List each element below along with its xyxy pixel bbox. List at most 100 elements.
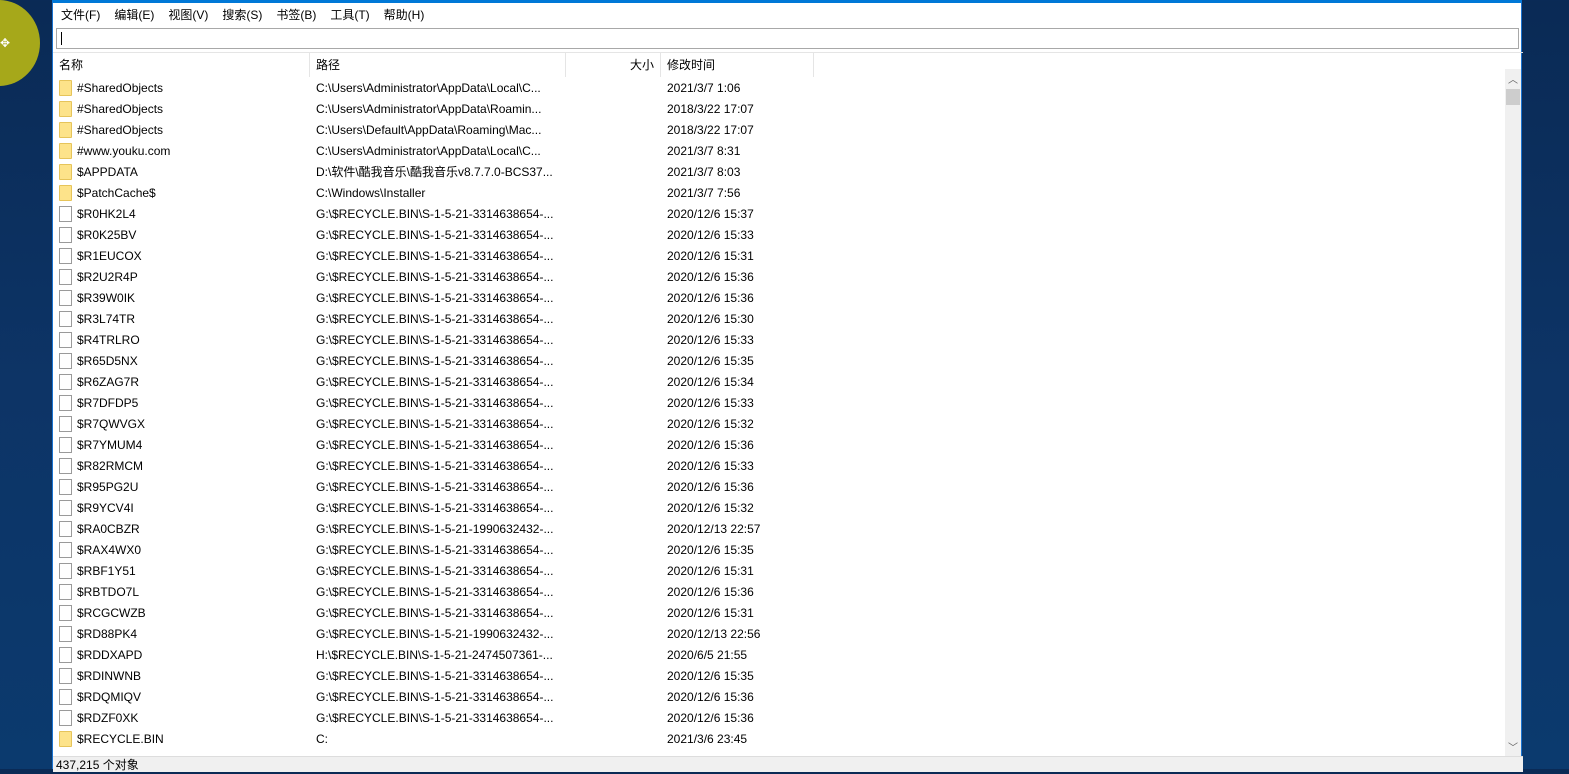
item-name: $PatchCache$ <box>77 185 156 200</box>
path-cell: G:\$RECYCLE.BIN\S-1-5-21-3314638654-... <box>316 710 554 725</box>
list-item[interactable]: $R9YCV4I G:\$RECYCLE.BIN\S-1-5-21-331463… <box>53 497 1505 518</box>
file-icon <box>59 289 72 306</box>
item-name: $RA0CBZR <box>77 521 140 536</box>
list-item[interactable]: #SharedObjects C:\Users\Administrator\Ap… <box>53 98 1505 119</box>
list-item[interactable]: $R3L74TR G:\$RECYCLE.BIN\S-1-5-21-331463… <box>53 308 1505 329</box>
list-item[interactable]: $RDQMIQV G:\$RECYCLE.BIN\S-1-5-21-331463… <box>53 686 1505 707</box>
menu-help[interactable]: 帮助(H) <box>384 6 425 23</box>
path-cell: G:\$RECYCLE.BIN\S-1-5-21-3314638654-... <box>316 332 554 347</box>
file-icon <box>59 415 72 432</box>
modified-cell: 2020/12/6 15:31 <box>667 605 754 620</box>
folder-icon <box>59 730 72 747</box>
name-cell: $R82RMCM <box>53 457 310 474</box>
item-name: $RD88PK4 <box>77 626 138 641</box>
list-item[interactable]: $RD88PK4 G:\$RECYCLE.BIN\S-1-5-21-199063… <box>53 623 1505 644</box>
folder-icon <box>59 121 72 138</box>
modified-cell: 2020/12/6 15:35 <box>667 353 754 368</box>
menu-edit[interactable]: 编辑(E) <box>114 6 154 23</box>
list-item[interactable]: $R65D5NX G:\$RECYCLE.BIN\S-1-5-21-331463… <box>53 350 1505 371</box>
vertical-scrollbar[interactable]: ︿ ﹀ <box>1505 69 1521 756</box>
list-item[interactable]: $RECYCLE.BIN C: 2021/3/6 23:45 <box>53 728 1505 749</box>
list-item[interactable]: #www.youku.com C:\Users\Administrator\Ap… <box>53 140 1505 161</box>
list-item[interactable]: $R2U2R4P G:\$RECYCLE.BIN\S-1-5-21-331463… <box>53 266 1505 287</box>
list-item[interactable]: $R7DFDP5 G:\$RECYCLE.BIN\S-1-5-21-331463… <box>53 392 1505 413</box>
search-input[interactable] <box>56 28 1519 49</box>
path-cell: G:\$RECYCLE.BIN\S-1-5-21-3314638654-... <box>316 395 554 410</box>
path-cell: G:\$RECYCLE.BIN\S-1-5-21-3314638654-... <box>316 584 554 599</box>
name-cell: $R95PG2U <box>53 478 310 495</box>
modified-cell: 2020/12/6 15:33 <box>667 395 754 410</box>
list-item[interactable]: $APPDATA D:\软件\酷我音乐\酷我音乐v8.7.7.0-BCS37..… <box>53 161 1505 182</box>
list-item[interactable]: #SharedObjects C:\Users\Default\AppData\… <box>53 119 1505 140</box>
folder-icon <box>59 100 72 117</box>
list-item[interactable]: $R82RMCM G:\$RECYCLE.BIN\S-1-5-21-331463… <box>53 455 1505 476</box>
list-item[interactable]: $RAX4WX0 G:\$RECYCLE.BIN\S-1-5-21-331463… <box>53 539 1505 560</box>
modified-cell: 2021/3/7 8:31 <box>667 143 741 158</box>
list-item[interactable]: $RDDXAPD H:\$RECYCLE.BIN\S-1-5-21-247450… <box>53 644 1505 665</box>
list-item[interactable]: $R0K25BV G:\$RECYCLE.BIN\S-1-5-21-331463… <box>53 224 1505 245</box>
path-cell: G:\$RECYCLE.BIN\S-1-5-21-3314638654-... <box>316 437 554 452</box>
list-item[interactable]: $RCGCWZB G:\$RECYCLE.BIN\S-1-5-21-331463… <box>53 602 1505 623</box>
name-cell: $R39W0IK <box>53 289 310 306</box>
list-item[interactable]: $R6ZAG7R G:\$RECYCLE.BIN\S-1-5-21-331463… <box>53 371 1505 392</box>
path-cell: C: <box>316 731 328 746</box>
folder-icon <box>59 79 72 96</box>
modified-cell: 2020/12/6 15:31 <box>667 563 754 578</box>
modified-cell: 2021/3/7 7:56 <box>667 185 741 200</box>
file-icon <box>59 688 72 705</box>
column-modified[interactable]: 修改时间 <box>661 53 814 77</box>
list-item[interactable]: $RA0CBZR G:\$RECYCLE.BIN\S-1-5-21-199063… <box>53 518 1505 539</box>
path-cell: G:\$RECYCLE.BIN\S-1-5-21-3314638654-... <box>316 689 554 704</box>
path-cell: G:\$RECYCLE.BIN\S-1-5-21-3314638654-... <box>316 311 554 326</box>
modified-cell: 2020/12/6 15:33 <box>667 227 754 242</box>
modified-cell: 2020/12/6 15:36 <box>667 437 754 452</box>
column-name[interactable]: 名称 <box>53 53 310 77</box>
file-icon <box>59 499 72 516</box>
item-name: $R39W0IK <box>77 290 136 305</box>
list-item[interactable]: #SharedObjects C:\Users\Administrator\Ap… <box>53 77 1505 98</box>
file-icon <box>59 331 72 348</box>
menu-file[interactable]: 文件(F) <box>61 6 100 23</box>
item-name: $RDINWNB <box>77 668 142 683</box>
modified-cell: 2018/3/22 17:07 <box>667 122 754 137</box>
modified-cell: 2018/3/22 17:07 <box>667 101 754 116</box>
menu-tools[interactable]: 工具(T) <box>330 6 369 23</box>
list-item[interactable]: $RBF1Y51 G:\$RECYCLE.BIN\S-1-5-21-331463… <box>53 560 1505 581</box>
list-item[interactable]: $R1EUCOX G:\$RECYCLE.BIN\S-1-5-21-331463… <box>53 245 1505 266</box>
folder-icon <box>59 184 72 201</box>
name-cell: $RBTDO7L <box>53 583 310 600</box>
name-cell: $R0K25BV <box>53 226 310 243</box>
column-size[interactable]: 大小 <box>566 53 661 77</box>
list-item[interactable]: $RDZF0XK G:\$RECYCLE.BIN\S-1-5-21-331463… <box>53 707 1505 728</box>
item-name: #www.youku.com <box>77 143 171 158</box>
list-item[interactable]: $R4TRLRO G:\$RECYCLE.BIN\S-1-5-21-331463… <box>53 329 1505 350</box>
column-path[interactable]: 路径 <box>310 53 566 77</box>
modified-cell: 2020/12/6 15:37 <box>667 206 754 221</box>
list-item[interactable]: $R39W0IK G:\$RECYCLE.BIN\S-1-5-21-331463… <box>53 287 1505 308</box>
path-cell: C:\Windows\Installer <box>316 185 426 200</box>
modified-cell: 2020/12/6 15:36 <box>667 689 754 704</box>
file-icon <box>59 394 72 411</box>
modified-cell: 2020/12/6 15:36 <box>667 479 754 494</box>
menu-bookmarks[interactable]: 书签(B) <box>276 6 316 23</box>
list-item[interactable]: $RBTDO7L G:\$RECYCLE.BIN\S-1-5-21-331463… <box>53 581 1505 602</box>
menu-view[interactable]: 视图(V) <box>168 6 208 23</box>
scroll-up-icon[interactable]: ︿ <box>1507 71 1519 86</box>
item-name: $R95PG2U <box>77 479 139 494</box>
path-cell: G:\$RECYCLE.BIN\S-1-5-21-1990632432-... <box>316 521 554 536</box>
list-item[interactable]: $PatchCache$ C:\Windows\Installer 2021/3… <box>53 182 1505 203</box>
scroll-thumb[interactable] <box>1506 89 1520 105</box>
list-item[interactable]: $R7YMUM4 G:\$RECYCLE.BIN\S-1-5-21-331463… <box>53 434 1505 455</box>
item-name: $RDDXAPD <box>77 647 143 662</box>
name-cell: $RCGCWZB <box>53 604 310 621</box>
menu-search[interactable]: 搜索(S) <box>222 6 262 23</box>
item-name: $R3L74TR <box>77 311 136 326</box>
list-item[interactable]: $R0HK2L4 G:\$RECYCLE.BIN\S-1-5-21-331463… <box>53 203 1505 224</box>
name-cell: $RBF1Y51 <box>53 562 310 579</box>
file-icon <box>59 625 72 642</box>
scroll-down-icon[interactable]: ﹀ <box>1507 739 1519 754</box>
list-item[interactable]: $R7QWVGX G:\$RECYCLE.BIN\S-1-5-21-331463… <box>53 413 1505 434</box>
path-cell: G:\$RECYCLE.BIN\S-1-5-21-3314638654-... <box>316 416 554 431</box>
list-item[interactable]: $RDINWNB G:\$RECYCLE.BIN\S-1-5-21-331463… <box>53 665 1505 686</box>
list-item[interactable]: $R95PG2U G:\$RECYCLE.BIN\S-1-5-21-331463… <box>53 476 1505 497</box>
